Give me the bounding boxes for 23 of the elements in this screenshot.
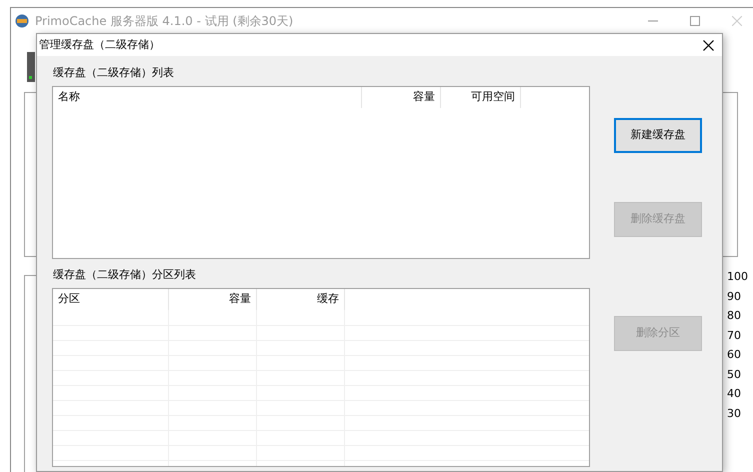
axis-label: 100 [727,270,748,284]
dialog-button[interactable]: 新建缓存盘 [614,118,702,153]
column-header[interactable]: 缓存 [257,289,345,310]
app-icon [15,14,29,28]
list-label: 缓存盘（二级存储）分区列表 [52,267,197,283]
axis-label: 40 [727,387,742,402]
list-label: 缓存盘（二级存储）列表 [52,65,175,81]
drive-icon [27,52,35,82]
cache-disk-list[interactable]: 名称 容量 可用空间 [52,86,590,259]
column-header[interactable]: 名称 [53,87,362,108]
axis-label: 60 [727,348,742,362]
column-header[interactable]: 可用空间 [441,87,521,108]
axis-label: 80 [727,309,742,324]
column-header[interactable]: 分区 [53,289,169,310]
axis-label: 50 [727,368,742,382]
dialog-title: 管理缓存盘（二级存储） [39,36,160,53]
column-header[interactable]: 容量 [362,87,441,108]
window-title: PrimoCache 服务器版 4.1.0 - 试用 (剩余30天) [35,13,294,30]
axis-label: 30 [727,406,742,421]
axis-label: 90 [727,290,742,304]
column-header[interactable]: 容量 [169,289,257,310]
axis-label: 70 [727,328,742,343]
partition-list[interactable]: 分区 容量 缓存 [52,288,590,467]
